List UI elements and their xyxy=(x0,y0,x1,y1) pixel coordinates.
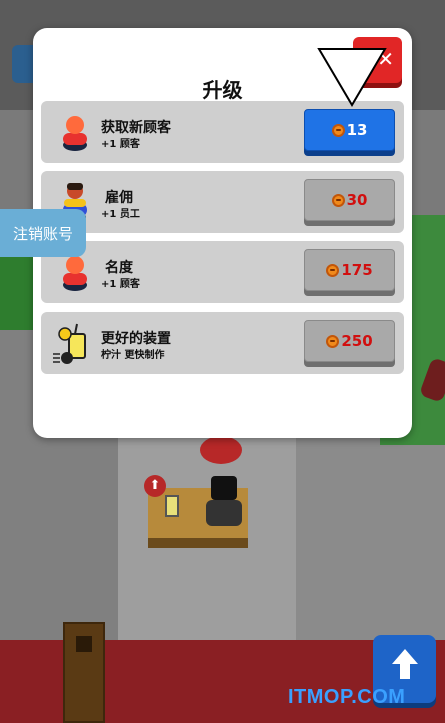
upgrade-title: 名度 xyxy=(105,260,133,276)
worker-head xyxy=(211,476,237,500)
buy-button[interactable]: 250 xyxy=(304,320,395,362)
lemonade-cup-icon xyxy=(165,495,179,517)
upgrade-title: 获取新顾客 xyxy=(101,120,171,136)
up-arrow-icon xyxy=(373,647,436,688)
coin-icon xyxy=(331,123,345,137)
logout-account-tab[interactable]: 注销账号 xyxy=(0,209,86,257)
upgrade-subtitle: +1 顾客 xyxy=(101,279,140,290)
upgrade-row-new-customer: 获取新顾客 +1 顾客 13 xyxy=(41,101,404,163)
upgrade-marker-icon[interactable]: ⬆ xyxy=(144,475,166,497)
upgrade-subtitle: +1 顾客 xyxy=(101,139,140,150)
worker-body xyxy=(206,500,242,526)
watermark: ITMOP.COM xyxy=(288,686,406,708)
buy-button[interactable]: 175 xyxy=(304,249,395,291)
upgrade-row-hire: 雇佣 +1 员工 30 xyxy=(41,171,404,233)
upgrade-title: 更好的装置 xyxy=(101,331,171,347)
coin-icon xyxy=(331,193,345,207)
buy-button[interactable]: 30 xyxy=(304,179,395,221)
upgrade-subtitle: +1 员工 xyxy=(101,209,140,220)
price-value: 250 xyxy=(341,332,373,350)
price-value: 13 xyxy=(346,121,368,139)
upgrade-row-fame: 名度 +1 顾客 175 xyxy=(41,241,404,303)
coin-icon xyxy=(326,263,340,277)
customer-icon xyxy=(63,256,87,291)
price-value: 30 xyxy=(346,191,368,209)
scene-door xyxy=(63,622,105,723)
customer-icon xyxy=(63,116,87,151)
price-value: 175 xyxy=(341,261,373,279)
scene-customer xyxy=(200,436,242,464)
upgrade-title: 雇佣 xyxy=(105,190,133,206)
lemonade-machine-icon xyxy=(53,323,86,364)
upgrade-row-better-equipment: 更好的装置 柠汁 更快制作 250 xyxy=(41,312,404,374)
tutorial-pointer-icon xyxy=(317,48,387,107)
buy-button[interactable]: 13 xyxy=(304,109,395,151)
coin-icon xyxy=(326,334,340,348)
upgrade-subtitle: 柠汁 更快制作 xyxy=(101,350,165,361)
